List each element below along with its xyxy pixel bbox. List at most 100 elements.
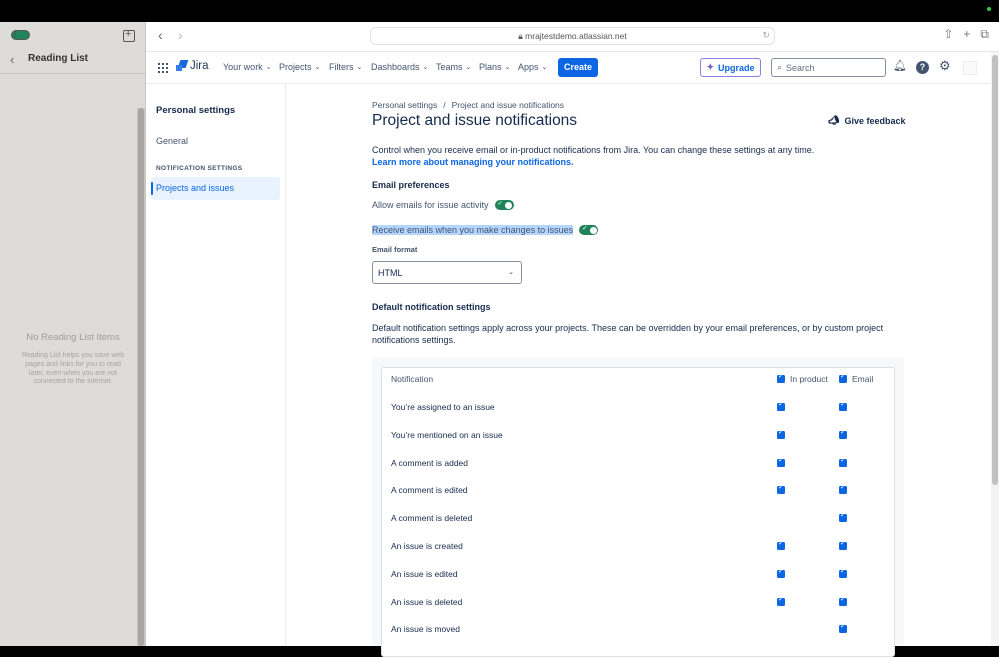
avatar[interactable] [963, 61, 977, 75]
email-checkbox[interactable] [839, 595, 847, 606]
notification-name: An issue is deleted [391, 596, 463, 607]
system-menu-bar [0, 0, 999, 22]
in-product-checkbox[interactable] [777, 400, 785, 411]
menu-dashboards[interactable]: Dashboards ⌄ [371, 62, 428, 72]
email-checkbox[interactable] [839, 483, 847, 495]
menu-projects[interactable]: Projects ⌄ [279, 62, 320, 72]
menu-your-work[interactable]: Your work ⌄ [223, 62, 272, 72]
search-icon: ⌕ [777, 62, 783, 72]
sidebar-back-icon[interactable]: ‹ [10, 52, 14, 67]
create-button[interactable]: Create [558, 58, 598, 77]
intro-text: Control when you receive email or in-pro… [372, 144, 912, 168]
email-format-select[interactable]: HTML ⌄ [372, 261, 522, 284]
sparkle-icon: ✦ [706, 62, 715, 72]
in-product-checkbox[interactable] [777, 428, 785, 439]
email-checkbox[interactable] [839, 456, 847, 467]
learn-more-link[interactable]: Learn more about managing your notificat… [372, 156, 912, 168]
sidebar-toggle-icon[interactable] [11, 30, 30, 40]
tab-overview-icon[interactable]: ⧉ [980, 27, 989, 42]
page-title: Project and issue notifications [372, 112, 578, 129]
email-checkbox[interactable] [839, 567, 847, 578]
jira-logo[interactable]: Jira [176, 60, 209, 72]
back-icon[interactable]: ‹ [158, 27, 163, 43]
help-icon[interactable]: ? [916, 61, 929, 74]
email-checkbox[interactable] [839, 428, 847, 439]
allow-emails-toggle[interactable]: ✓ [494, 200, 514, 210]
table-row: An issue is moved [382, 620, 896, 640]
own-changes-toggle[interactable]: ✓ [579, 225, 599, 235]
new-tab-icon[interactable]: + [963, 27, 970, 42]
give-feedback-button[interactable]: 📣︎ Give feedback [828, 115, 905, 126]
settings-nav-title: Personal settings [156, 105, 236, 116]
chevron-down-icon: ⌄ [314, 64, 321, 71]
sidebar-scrollbar[interactable] [137, 108, 145, 646]
jira-top-nav: Jira Your work ⌄ Projects ⌄ Filters ⌄ Dashb… [146, 52, 991, 84]
table-header-row: Notification In product Email [382, 370, 896, 390]
chevron-down-icon: ⌄ [504, 64, 511, 71]
page-scrollbar[interactable] [991, 52, 999, 646]
reload-icon[interactable]: ↻ [762, 30, 770, 41]
in-product-checkbox[interactable] [777, 595, 785, 606]
breadcrumb: Personal settings / Project and issue noti… [372, 100, 565, 110]
in-product-checkbox[interactable] [777, 483, 785, 495]
table-row: You’re mentioned on an issue [382, 426, 896, 446]
search-input[interactable]: ⌕ Search [771, 58, 886, 77]
settings-gear-icon[interactable]: ⚙ [939, 58, 952, 73]
table-row: You’re assigned to an issue [382, 398, 896, 418]
address-bar[interactable]: 🔒︎ mrajtestdemo.atlassian.net ↻ [370, 27, 775, 45]
new-tab-group-icon[interactable] [123, 28, 135, 42]
jira-logo-icon [176, 60, 187, 72]
breadcrumb-personal-settings[interactable]: Personal settings [372, 100, 437, 110]
in-product-checkbox[interactable] [777, 456, 785, 467]
jira-product-name: Jira [190, 60, 209, 72]
toggle-row-allow-emails: Allow emails for issue activity ✓ [372, 200, 514, 210]
toggle-row-own-changes: Receive emails when you make changes to … [372, 225, 599, 235]
table-row: A comment is deleted [382, 509, 896, 529]
table-row: A comment is added [382, 454, 896, 474]
nav-item-general[interactable]: General [156, 136, 188, 146]
notification-table-container: Notification In product Email You’re ass… [372, 358, 904, 657]
browser-window: ‹ › 🔒︎ mrajtestdemo.atlassian.net ↻ ⇧ + … [146, 22, 999, 657]
notification-name: A comment is edited [391, 485, 468, 496]
menu-teams[interactable]: Teams ⌄ [436, 62, 471, 72]
email-preferences-heading: Email preferences [372, 180, 450, 190]
forward-icon[interactable]: › [178, 27, 183, 43]
camera-indicator [987, 7, 991, 11]
chevron-down-icon: ⌄ [422, 64, 429, 71]
empty-title: No Reading List Items [26, 332, 120, 343]
app-switcher-icon[interactable] [158, 63, 168, 73]
nav-item-projects-and-issues[interactable]: Projects and issues [151, 177, 280, 200]
sidebar-title: Reading List [28, 53, 89, 64]
upgrade-button[interactable]: ✦ Upgrade [700, 58, 761, 77]
menu-filters[interactable]: Filters ⌄ [329, 62, 362, 72]
url-text: mrajtestdemo.atlassian.net [525, 31, 627, 41]
table-row: An issue is edited [382, 565, 896, 585]
empty-description: Reading List helps you save web pages an… [21, 352, 125, 386]
email-checkbox[interactable] [839, 622, 847, 634]
email-checkbox[interactable] [839, 539, 847, 550]
default-notification-description: Default notification settings apply acro… [372, 323, 884, 345]
notification-name: An issue is edited [391, 568, 458, 579]
share-icon[interactable]: ⇧ [943, 27, 953, 42]
chevron-down-icon: ⌄ [541, 64, 548, 71]
email-checkbox[interactable] [839, 511, 847, 523]
in-product-checkbox[interactable] [777, 567, 785, 578]
reading-list-sidebar: ‹ Reading List No Reading List Items Rea… [0, 22, 146, 646]
notification-name: An issue is created [391, 541, 463, 551]
chevron-down-icon: ⌄ [508, 269, 514, 276]
in-product-all-checkbox[interactable] [777, 372, 785, 383]
browser-toolbar: ‹ › 🔒︎ mrajtestdemo.atlassian.net ↻ ⇧ + … [146, 22, 999, 52]
table-row: A comment is edited [382, 481, 896, 501]
breadcrumb-current[interactable]: Project and issue notifications [452, 100, 564, 110]
notification-name: You’re assigned to an issue [391, 402, 495, 412]
in-product-checkbox[interactable] [777, 539, 785, 550]
email-checkbox[interactable] [839, 400, 847, 411]
notifications-icon[interactable]: 🔔︎ [893, 59, 907, 72]
table-row: An issue is created [382, 537, 896, 557]
notification-name: You’re mentioned on an issue [391, 429, 503, 440]
menu-plans[interactable]: Plans ⌄ [479, 62, 510, 72]
menu-apps[interactable]: Apps ⌄ [518, 62, 547, 72]
email-all-checkbox[interactable] [839, 372, 847, 383]
personal-settings-nav: Personal settings General NOTIFICATION S… [146, 84, 286, 646]
notification-name: An issue is moved [391, 624, 460, 635]
